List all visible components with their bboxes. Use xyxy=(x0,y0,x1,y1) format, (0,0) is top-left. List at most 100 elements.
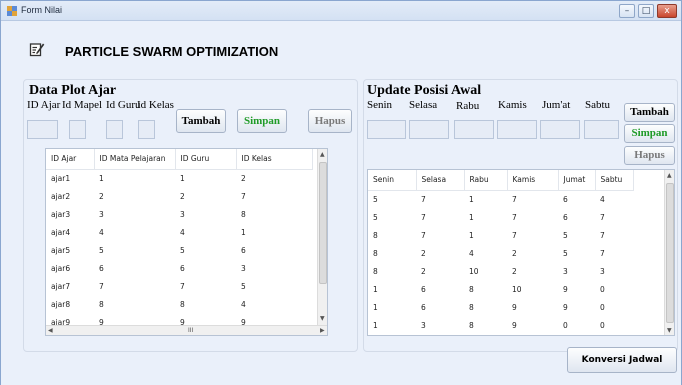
table-cell[interactable]: 6 xyxy=(175,259,236,277)
column-header[interactable]: Selasa xyxy=(416,170,465,191)
scroll-down-icon[interactable]: ▼ xyxy=(320,315,325,323)
table-cell[interactable]: 8 xyxy=(464,298,507,316)
table-cell[interactable]: 0 xyxy=(595,280,633,298)
table-cell[interactable]: 2 xyxy=(236,169,312,187)
table-cell[interactable]: 1 xyxy=(94,169,175,187)
scroll-left-icon[interactable]: ◀ xyxy=(48,327,53,335)
table-cell[interactable]: 5 xyxy=(368,208,416,226)
table-cell[interactable]: 5 xyxy=(175,241,236,259)
column-header[interactable]: ID Ajar xyxy=(46,149,95,170)
table-cell[interactable]: 0 xyxy=(558,334,595,335)
column-header[interactable]: Jumat xyxy=(558,170,596,191)
table-cell[interactable]: ajar3 xyxy=(46,205,94,223)
table-cell[interactable]: ajar2 xyxy=(46,187,94,205)
table-cell[interactable]: 10 xyxy=(464,262,507,280)
table-cell[interactable]: 6 xyxy=(416,280,464,298)
column-header[interactable]: Senin xyxy=(368,170,417,191)
vertical-scrollbar[interactable]: ▲ ▼ xyxy=(664,170,674,335)
table-cell[interactable]: 1 xyxy=(368,316,416,334)
data-plot-grid[interactable]: ID Ajar ID Mata Pelajaran ID Guru ID Kel… xyxy=(45,148,328,336)
scrollbar-grip[interactable]: III xyxy=(188,327,193,335)
table-row[interactable]: 571764 xyxy=(368,190,633,208)
table-cell[interactable]: 7 xyxy=(507,208,558,226)
hapus-plot-button[interactable]: Hapus xyxy=(308,109,352,133)
table-cell[interactable]: 8 xyxy=(464,316,507,334)
table-cell[interactable]: 7 xyxy=(416,190,464,208)
table-row[interactable]: 000000 xyxy=(368,334,633,335)
table-cell[interactable]: 5 xyxy=(236,277,312,295)
table-cell[interactable]: 7 xyxy=(416,226,464,244)
simpan-plot-button[interactable]: Simpan xyxy=(237,109,287,133)
table-cell[interactable]: 0 xyxy=(507,334,558,335)
table-cell[interactable]: 3 xyxy=(558,262,595,280)
table-cell[interactable]: 7 xyxy=(595,208,633,226)
table-cell[interactable]: 6 xyxy=(558,190,595,208)
table-cell[interactable]: 9 xyxy=(558,298,595,316)
table-cell[interactable]: 7 xyxy=(507,226,558,244)
table-cell[interactable]: 9 xyxy=(507,298,558,316)
hapus-posisi-button[interactable]: Hapus xyxy=(624,146,675,165)
table-cell[interactable]: ajar7 xyxy=(46,277,94,295)
table-cell[interactable]: 8 xyxy=(236,205,312,223)
column-header[interactable]: ID Guru xyxy=(175,149,237,170)
table-cell[interactable]: 2 xyxy=(175,187,236,205)
scrollbar-thumb[interactable] xyxy=(666,183,674,323)
table-row[interactable]: ajar8 8 8 4 xyxy=(46,295,312,313)
table-cell[interactable]: ajar5 xyxy=(46,241,94,259)
table-row[interactable]: ajar4 4 4 1 xyxy=(46,223,312,241)
table-cell[interactable]: ajar8 xyxy=(46,295,94,313)
table-cell[interactable]: 8 xyxy=(368,226,416,244)
sabtu-input[interactable] xyxy=(584,120,619,139)
table-cell[interactable]: 0 xyxy=(558,316,595,334)
table-cell[interactable]: 7 xyxy=(236,187,312,205)
table-cell[interactable]: 8 xyxy=(368,262,416,280)
table-cell[interactable]: 0 xyxy=(368,334,416,335)
rabu-input[interactable] xyxy=(454,120,494,139)
table-cell[interactable]: 6 xyxy=(94,259,175,277)
table-row[interactable]: ajar7 7 7 5 xyxy=(46,277,312,295)
table-cell[interactable]: 0 xyxy=(464,334,507,335)
scroll-down-icon[interactable]: ▼ xyxy=(667,327,672,335)
id-guru-input[interactable] xyxy=(106,120,123,139)
table-cell[interactable]: 3 xyxy=(94,205,175,223)
table-cell[interactable]: ajar6 xyxy=(46,259,94,277)
title-bar[interactable]: Form Nilai – □ x xyxy=(1,1,681,21)
table-cell[interactable]: 8 xyxy=(368,244,416,262)
table-cell[interactable]: 3 xyxy=(175,205,236,223)
column-header[interactable]: ID Kelas xyxy=(236,149,313,170)
table-cell[interactable]: 4 xyxy=(175,223,236,241)
table-cell[interactable]: 7 xyxy=(595,244,633,262)
table-cell[interactable]: 7 xyxy=(416,208,464,226)
simpan-posisi-button[interactable]: Simpan xyxy=(624,124,675,143)
jumat-input[interactable] xyxy=(540,120,580,139)
table-cell[interactable]: 6 xyxy=(558,208,595,226)
table-cell[interactable]: 5 xyxy=(558,226,595,244)
table-cell[interactable]: 1 xyxy=(464,208,507,226)
column-header[interactable]: Kamis xyxy=(507,170,559,191)
table-cell[interactable]: 4 xyxy=(236,295,312,313)
table-cell[interactable]: 0 xyxy=(416,334,464,335)
table-row[interactable]: 824257 xyxy=(368,244,633,262)
table-cell[interactable]: 3 xyxy=(416,316,464,334)
table-cell[interactable]: 1 xyxy=(464,190,507,208)
scrollbar-thumb[interactable] xyxy=(319,162,327,284)
table-cell[interactable]: 2 xyxy=(94,187,175,205)
scroll-up-icon[interactable]: ▲ xyxy=(667,172,672,180)
table-row[interactable]: ajar1 1 1 2 xyxy=(46,169,312,187)
id-kelas-input[interactable] xyxy=(138,120,155,139)
table-cell[interactable]: 1 xyxy=(368,298,416,316)
table-cell[interactable]: 2 xyxy=(507,244,558,262)
table-cell[interactable]: 2 xyxy=(416,262,464,280)
horizontal-scrollbar[interactable]: ◀ III ▶ xyxy=(46,325,327,335)
table-cell[interactable]: 4 xyxy=(595,190,633,208)
table-cell[interactable]: 8 xyxy=(94,295,175,313)
table-cell[interactable]: 2 xyxy=(416,244,464,262)
table-cell[interactable]: 6 xyxy=(236,241,312,259)
kamis-input[interactable] xyxy=(497,120,537,139)
table-cell[interactable]: 9 xyxy=(507,316,558,334)
senin-input[interactable] xyxy=(367,120,406,139)
table-cell[interactable]: 0 xyxy=(595,298,633,316)
table-cell[interactable]: 5 xyxy=(94,241,175,259)
table-row[interactable]: 1 6 8 10 9 0 xyxy=(368,280,633,298)
selasa-input[interactable] xyxy=(409,120,449,139)
